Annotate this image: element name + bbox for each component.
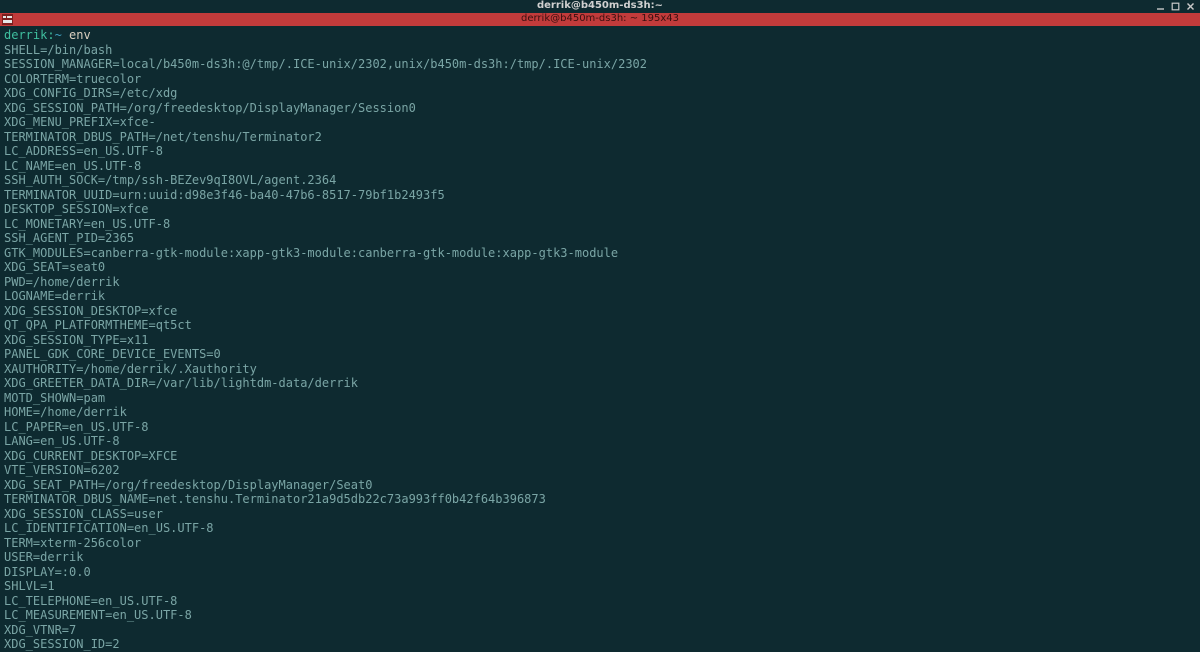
prompt-line: derrik:~ env xyxy=(4,28,1196,43)
env-line: LC_TELEPHONE=en_US.UTF-8 xyxy=(4,594,1196,609)
env-line: LC_IDENTIFICATION=en_US.UTF-8 xyxy=(4,521,1196,536)
env-line: XDG_SEAT_PATH=/org/freedesktop/DisplayMa… xyxy=(4,478,1196,493)
env-line: LC_ADDRESS=en_US.UTF-8 xyxy=(4,144,1196,159)
close-button[interactable] xyxy=(1184,1,1197,12)
env-line: TERMINATOR_DBUS_NAME=net.tenshu.Terminat… xyxy=(4,492,1196,507)
env-line: SHLVL=1 xyxy=(4,579,1196,594)
env-line: XDG_CURRENT_DESKTOP=XFCE xyxy=(4,449,1196,464)
env-line: XDG_SESSION_DESKTOP=xfce xyxy=(4,304,1196,319)
close-icon xyxy=(1186,2,1195,11)
env-line: COLORTERM=truecolor xyxy=(4,72,1196,87)
terminal-tabbar[interactable]: derrik@b450m-ds3h: ~ 195x43 xyxy=(0,13,1200,26)
env-line: DISPLAY=:0.0 xyxy=(4,565,1196,580)
env-line: TERMINATOR_DBUS_PATH=/net/tenshu/Termina… xyxy=(4,130,1196,145)
minimize-icon xyxy=(1156,2,1165,11)
env-line: MOTD_SHOWN=pam xyxy=(4,391,1196,406)
env-line: SESSION_MANAGER=local/b450m-ds3h:@/tmp/.… xyxy=(4,57,1196,72)
env-line: XDG_SESSION_ID=2 xyxy=(4,637,1196,652)
env-line: LOGNAME=derrik xyxy=(4,289,1196,304)
maximize-icon xyxy=(1171,2,1180,11)
minimize-button[interactable] xyxy=(1154,1,1167,12)
window-controls xyxy=(1154,0,1197,13)
prompt-path: ~ xyxy=(55,28,62,42)
env-line: USER=derrik xyxy=(4,550,1196,565)
env-line: LC_NAME=en_US.UTF-8 xyxy=(4,159,1196,174)
env-line: GTK_MODULES=canberra-gtk-module:xapp-gtk… xyxy=(4,246,1196,261)
env-line: PWD=/home/derrik xyxy=(4,275,1196,290)
env-line: LC_MONETARY=en_US.UTF-8 xyxy=(4,217,1196,232)
env-line: DESKTOP_SESSION=xfce xyxy=(4,202,1196,217)
env-line: LANG=en_US.UTF-8 xyxy=(4,434,1196,449)
env-line: LC_PAPER=en_US.UTF-8 xyxy=(4,420,1196,435)
env-line: XAUTHORITY=/home/derrik/.Xauthority xyxy=(4,362,1196,377)
env-line: XDG_SESSION_PATH=/org/freedesktop/Displa… xyxy=(4,101,1196,116)
env-line: XDG_VTNR=7 xyxy=(4,623,1196,638)
prompt-host: derrik: xyxy=(4,28,55,42)
env-line: SSH_AGENT_PID=2365 xyxy=(4,231,1196,246)
env-line: XDG_SESSION_CLASS=user xyxy=(4,507,1196,522)
env-line: HOME=/home/derrik xyxy=(4,405,1196,420)
env-line: XDG_CONFIG_DIRS=/etc/xdg xyxy=(4,86,1196,101)
env-line: XDG_SESSION_TYPE=x11 xyxy=(4,333,1196,348)
prompt-command: env xyxy=(69,28,91,42)
maximize-button[interactable] xyxy=(1169,1,1182,12)
env-line: LC_MEASUREMENT=en_US.UTF-8 xyxy=(4,608,1196,623)
env-output: SHELL=/bin/bashSESSION_MANAGER=local/b45… xyxy=(4,43,1196,652)
env-line: PANEL_GDK_CORE_DEVICE_EVENTS=0 xyxy=(4,347,1196,362)
env-line: TERM=xterm-256color xyxy=(4,536,1196,551)
env-line: VTE_VERSION=6202 xyxy=(4,463,1196,478)
window-titlebar: derrik@b450m-ds3h:~ xyxy=(0,0,1200,13)
terminator-app-icon xyxy=(2,14,13,25)
tab-label: derrik@b450m-ds3h: ~ 195x43 xyxy=(521,12,679,27)
env-line: QT_QPA_PLATFORMTHEME=qt5ct xyxy=(4,318,1196,333)
env-line: SHELL=/bin/bash xyxy=(4,43,1196,58)
env-line: XDG_GREETER_DATA_DIR=/var/lib/lightdm-da… xyxy=(4,376,1196,391)
env-line: XDG_MENU_PREFIX=xfce- xyxy=(4,115,1196,130)
terminal-output-area[interactable]: derrik:~ env SHELL=/bin/bashSESSION_MANA… xyxy=(0,26,1200,652)
env-line: XDG_SEAT=seat0 xyxy=(4,260,1196,275)
env-line: TERMINATOR_UUID=urn:uuid:d98e3f46-ba40-4… xyxy=(4,188,1196,203)
env-line: SSH_AUTH_SOCK=/tmp/ssh-BEZev9qI8OVL/agen… xyxy=(4,173,1196,188)
